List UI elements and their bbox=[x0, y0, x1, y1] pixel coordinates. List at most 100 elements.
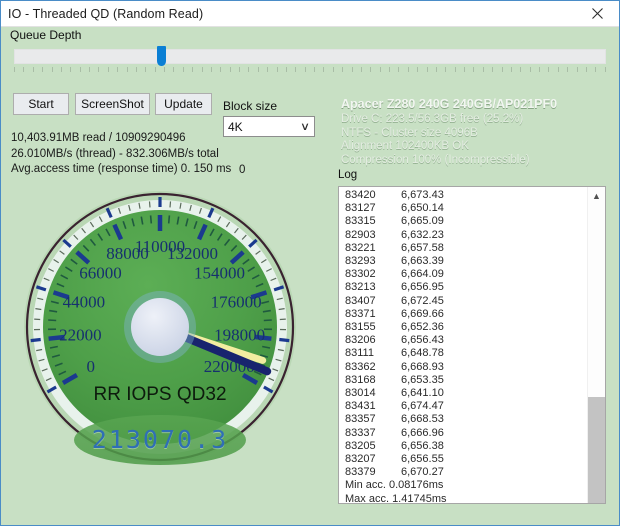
log-row: 83407 6,672.45 bbox=[339, 295, 589, 308]
log-iops: 83213 bbox=[345, 281, 376, 294]
log-label: Log bbox=[338, 169, 358, 181]
bytes-read-line: 10,403.91MB read / 10909290496 bbox=[11, 132, 186, 144]
log-mbs: 6,668.93 bbox=[401, 360, 444, 373]
log-iops: 83407 bbox=[345, 294, 376, 307]
access-time-line: Avg.access time (response time) 0. 150 m… bbox=[11, 163, 232, 175]
log-list: 83420 6,673.43 83127 6,650.14 83315 6,665.09 8… bbox=[339, 189, 589, 503]
log-iops: 83168 bbox=[345, 373, 376, 386]
log-box[interactable]: 83420 6,673.43 83127 6,650.14 83315 6,665.09 8… bbox=[338, 186, 606, 504]
log-row: 82903 6,632.23 bbox=[339, 229, 589, 242]
log-row: 83014 6,641.10 bbox=[339, 387, 589, 400]
svg-text:0: 0 bbox=[86, 357, 95, 376]
window-title: IO - Threaded QD (Random Read) bbox=[8, 6, 204, 21]
log-iops: 83111 bbox=[345, 347, 374, 360]
log-min-acc: Min acc. 0.08176ms bbox=[345, 479, 444, 492]
log-row: 83213 6,656.95 bbox=[339, 281, 589, 294]
log-row: 83420 6,673.43 bbox=[339, 189, 589, 202]
log-mbs: 6,648.78 bbox=[401, 347, 444, 360]
log-row: 83431 6,674.47 bbox=[339, 400, 589, 413]
log-mbs: 6,650.14 bbox=[401, 202, 444, 215]
log-iops: 83205 bbox=[345, 439, 376, 452]
queue-depth-label: Queue Depth bbox=[10, 28, 82, 42]
log-iops: 83362 bbox=[345, 360, 376, 373]
log-row: 83302 6,664.09 bbox=[339, 268, 589, 281]
drive-alignment-line: Alignment 102400KB OK bbox=[341, 140, 469, 152]
log-mbs: 6,673.43 bbox=[401, 189, 444, 201]
scrollbar-thumb[interactable] bbox=[588, 397, 605, 503]
svg-text:132000: 132000 bbox=[167, 244, 218, 263]
drive-capacity-line: Drive C: 223.5/56.3GB free (25.2%) bbox=[341, 113, 524, 125]
log-row: 83337 6,666.96 bbox=[339, 427, 589, 440]
close-icon[interactable] bbox=[575, 1, 619, 25]
log-mbs: 6,674.47 bbox=[401, 400, 444, 413]
log-iops: 82903 bbox=[345, 228, 376, 241]
log-iops: 83293 bbox=[345, 255, 376, 268]
log-iops: 83337 bbox=[345, 426, 376, 439]
counter-value: 0 bbox=[239, 164, 246, 176]
svg-text:176000: 176000 bbox=[211, 292, 262, 311]
svg-text:154000: 154000 bbox=[194, 264, 245, 283]
log-iops: 83371 bbox=[345, 307, 376, 320]
svg-text:22000: 22000 bbox=[59, 325, 102, 344]
log-row: 83293 6,663.39 bbox=[339, 255, 589, 268]
log-mbs: 6,666.96 bbox=[401, 426, 444, 439]
io-benchmark-window: IO - Threaded QD (Random Read) Queue Dep… bbox=[0, 0, 620, 526]
log-row: 83379 6,670.27 bbox=[339, 466, 589, 479]
slider-ticks bbox=[14, 67, 606, 73]
log-iops: 83357 bbox=[345, 413, 376, 426]
log-row: 83206 6,656.43 bbox=[339, 334, 589, 347]
slider-track[interactable] bbox=[14, 49, 606, 64]
stats-block: 10,403.91MB read / 10909290496 26.010MB/… bbox=[11, 131, 311, 178]
log-mbs: 6,657.58 bbox=[401, 241, 444, 254]
log-row: 83362 6,668.93 bbox=[339, 361, 589, 374]
log-row: 83155 6,652.36 bbox=[339, 321, 589, 334]
log-mbs: 6,672.45 bbox=[401, 294, 444, 307]
log-mbs: 6,665.09 bbox=[401, 215, 444, 228]
log-row: 83168 6,653.35 bbox=[339, 374, 589, 387]
svg-text:198000: 198000 bbox=[214, 325, 265, 344]
iops-gauge: 0 22000 44000 66000 88000 110000 132000 154000 1… bbox=[23, 187, 297, 475]
log-iops: 83302 bbox=[345, 268, 376, 281]
svg-text:44000: 44000 bbox=[63, 292, 106, 311]
drive-filesystem-line: NTFS - Cluster size 4096B bbox=[341, 126, 478, 139]
log-row: 83357 6,668.53 bbox=[339, 413, 589, 426]
log-row: 83111 6,648.78 bbox=[339, 347, 589, 360]
start-button[interactable]: Start bbox=[13, 93, 69, 115]
log-iops: 83014 bbox=[345, 387, 376, 400]
scroll-up-icon[interactable]: ▲ bbox=[588, 187, 605, 204]
slider-thumb[interactable] bbox=[157, 46, 167, 66]
screenshot-button[interactable]: ScreenShot bbox=[75, 93, 150, 115]
log-iops: 83431 bbox=[345, 400, 376, 413]
log-mbs: 6,652.36 bbox=[401, 321, 444, 334]
log-iops: 83420 bbox=[345, 189, 376, 201]
title-bar: IO - Threaded QD (Random Read) bbox=[1, 1, 619, 27]
log-iops: 83207 bbox=[345, 453, 376, 466]
log-mbs: 6,656.38 bbox=[401, 439, 444, 452]
svg-text:RR IOPS QD32: RR IOPS QD32 bbox=[93, 384, 226, 405]
log-mbs: 6,663.39 bbox=[401, 255, 444, 268]
drive-model: Apacer Z280 240G 240GB/AP021PF0 bbox=[341, 97, 558, 111]
log-row: 83371 6,669.66 bbox=[339, 308, 589, 321]
log-iops: 83155 bbox=[345, 321, 376, 334]
queue-depth-slider[interactable] bbox=[14, 46, 606, 72]
log-mbs: 6,656.55 bbox=[401, 453, 444, 466]
log-mbs: 6,670.27 bbox=[401, 466, 444, 479]
log-iops: 83206 bbox=[345, 334, 376, 347]
update-button[interactable]: Update bbox=[155, 93, 212, 115]
log-mbs: 6,664.09 bbox=[401, 268, 444, 281]
log-mbs: 6,656.95 bbox=[401, 281, 444, 294]
log-row: 83207 6,656.55 bbox=[339, 453, 589, 466]
log-scrollbar[interactable]: ▲ bbox=[587, 187, 605, 503]
log-row: 83315 6,665.09 bbox=[339, 215, 589, 228]
log-iops: 83127 bbox=[345, 202, 376, 215]
log-row: 83205 6,656.38 bbox=[339, 440, 589, 453]
gauge-reading: 213070.3 bbox=[91, 425, 229, 454]
log-row: 83221 6,657.58 bbox=[339, 242, 589, 255]
log-iops: 83315 bbox=[345, 215, 376, 228]
svg-text:66000: 66000 bbox=[79, 264, 122, 283]
log-iops: 83221 bbox=[345, 241, 376, 254]
block-size-label: Block size bbox=[223, 99, 278, 113]
throughput-line: 26.010MB/s (thread) - 832.306MB/s total bbox=[11, 147, 219, 160]
log-mbs: 6,656.43 bbox=[401, 334, 444, 347]
log-mbs: 6,632.23 bbox=[401, 228, 444, 241]
